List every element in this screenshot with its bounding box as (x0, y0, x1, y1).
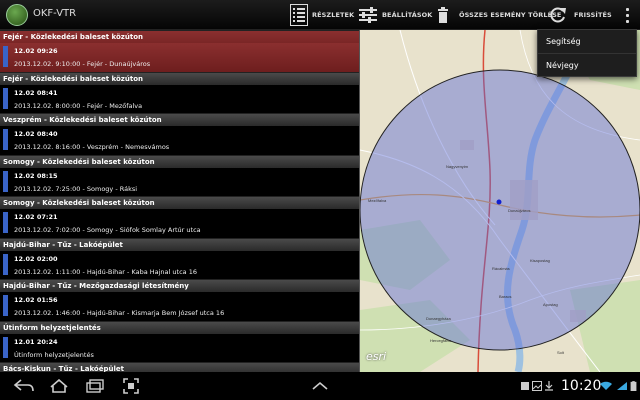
event-detail: 2013.12.02. 8:16:00 - Veszprém - Nemesvá… (14, 143, 170, 151)
overflow-menu-icon[interactable] (624, 6, 630, 24)
back-icon[interactable] (12, 378, 36, 394)
place-label: Rácalmás (492, 266, 510, 271)
settings-sliders-icon (358, 5, 378, 25)
event-marker (3, 170, 8, 192)
overflow-menu: Segítség Névjegy (537, 29, 637, 77)
event-title: Somogy - Közlekedési baleset közúton (0, 196, 359, 209)
event-detail: 2013.12.02. 7:25:00 - Somogy - Ráksi (14, 184, 138, 193)
event-detail: 2013.12.02. 7:02:00 - Somogy - Siófok So… (14, 226, 201, 234)
event-title: Somogy - Közlekedési baleset közúton (0, 154, 359, 168)
list-item[interactable]: Fejér - Közlekedési baleset közúton 12.0… (0, 30, 359, 72)
menu-item-about[interactable]: Névjegy (538, 54, 636, 78)
event-title: Hajdú-Bihar - Tűz - Lakóépület (0, 237, 359, 251)
event-marker (3, 253, 8, 275)
event-detail: 2013.12.02. 9:10:00 - Fejér - Dunaújváro… (14, 60, 151, 68)
list-item[interactable]: Somogy - Közlekedési baleset közúton 12.… (0, 196, 359, 238)
event-time: 12.02 08:15 (14, 171, 58, 180)
event-title: Bács-Kiskun - Tűz - Lakóépület (0, 362, 359, 372)
list-item[interactable]: Hajdú-Bihar - Tűz - Lakóépület 12.02 02:… (0, 237, 359, 280)
signal-icon (617, 382, 627, 390)
event-detail: Útinform helyzetjelentés (14, 350, 94, 359)
place-label: Solt (557, 350, 565, 355)
details-list-icon (290, 4, 308, 26)
event-time: 12.02 01:56 (14, 296, 58, 304)
event-title: Hajdú-Bihar - Tűz - Mezőgazdasági létesí… (0, 279, 359, 292)
event-time: 12.01 20:24 (14, 337, 58, 346)
place-label: Baracs (499, 294, 511, 299)
event-marker (3, 295, 8, 316)
event-marker (3, 46, 8, 67)
refresh-icon (549, 6, 567, 24)
details-button[interactable]: RÉSZLETEK (290, 0, 354, 30)
battery-icon (630, 381, 637, 391)
event-title: Veszprém - Közlekedési baleset közúton (0, 113, 359, 126)
details-label: RÉSZLETEK (312, 11, 355, 19)
event-marker (3, 212, 8, 233)
app-logo-icon[interactable] (6, 4, 28, 26)
list-item[interactable]: Hajdú-Bihar - Tűz - Mezőgazdasági létesí… (0, 279, 359, 321)
status-clock: 10:20 (561, 378, 602, 394)
download-icon (545, 381, 553, 391)
event-time: 12.02 08:40 (14, 130, 58, 138)
settings-button[interactable]: BEÁLLÍTÁSOK (358, 0, 432, 30)
recent-apps-icon[interactable] (84, 378, 106, 394)
event-time: 12.02 08:41 (14, 88, 58, 97)
event-marker (3, 336, 8, 358)
event-list: Fejér - Közlekedési baleset közúton 12.0… (0, 30, 359, 372)
place-label: Kisapostag (530, 258, 550, 263)
delete-all-events-button[interactable]: ÖSSZES ESEMÉNY TÖRLÉSE (437, 0, 561, 30)
event-location-marker (496, 199, 502, 205)
event-title: Fejér - Közlekedési baleset közúton (0, 71, 359, 85)
esri-attribution: esri (366, 350, 387, 363)
screenshot-icon[interactable] (120, 378, 142, 394)
action-bar: OKF-VTR RÉSZLETEK BEÁLLÍTÁSOK ÖSSZES ESE… (0, 0, 640, 30)
delete-all-label: ÖSSZES ESEMÉNY TÖRLÉSE (459, 11, 562, 19)
trash-icon (437, 7, 449, 23)
app-title: OKF-VTR (33, 8, 77, 19)
list-item[interactable]: Veszprém - Közlekedési baleset közúton 1… (0, 113, 359, 155)
list-item[interactable]: Fejér - Közlekedési baleset közúton 12.0… (0, 71, 359, 114)
menu-item-help[interactable]: Segítség (538, 30, 636, 54)
event-detail: 2013.12.02. 1:11:00 - Hajdú-Bihar - Kaba… (14, 267, 197, 276)
event-detail: 2013.12.02. 8:00:00 - Fejér - Mezőfalva (14, 101, 143, 110)
place-label: Dunaújváros (508, 208, 530, 213)
gallery-icon (532, 381, 542, 391)
menu-up-icon[interactable] (309, 378, 331, 394)
battery-small-icon (521, 382, 529, 390)
event-time: 12.02 07:21 (14, 213, 58, 221)
place-label: Dunaegyháza (426, 316, 451, 321)
map-canvas: Nagyvenyim Mezőfalva Dunaújváros Rácalmá… (360, 30, 640, 372)
event-detail: 2013.12.02. 1:46:00 - Hajdú-Bihar - Kism… (14, 309, 225, 317)
event-time: 12.02 09:26 (14, 47, 58, 55)
list-item[interactable]: Útinform helyzetjelentés 12.01 20:24 Úti… (0, 320, 359, 363)
place-label: Hercegfalva (430, 338, 452, 343)
system-bar: 10:20 (0, 372, 640, 400)
search-radius-circle (360, 69, 640, 351)
refresh-button[interactable]: FRISSÍTÉS (549, 0, 612, 30)
place-label: Nagyvenyim (446, 164, 469, 169)
wifi-icon (600, 381, 612, 390)
event-title: Útinform helyzetjelentés (0, 320, 359, 334)
event-time: 12.02 02:00 (14, 254, 58, 263)
list-item[interactable]: Somogy - Közlekedési baleset közúton 12.… (0, 154, 359, 197)
place-label: Apostag (543, 302, 558, 307)
map-view[interactable]: Nagyvenyim Mezőfalva Dunaújváros Rácalmá… (360, 30, 640, 372)
refresh-label: FRISSÍTÉS (574, 11, 612, 19)
list-item[interactable]: Bács-Kiskun - Tűz - Lakóépület (0, 362, 359, 372)
settings-label: BEÁLLÍTÁSOK (382, 11, 433, 19)
place-label: Mezőfalva (368, 198, 387, 203)
home-icon[interactable] (48, 378, 70, 394)
event-marker (3, 87, 8, 109)
event-title: Fejér - Közlekedési baleset közúton (0, 30, 359, 43)
event-marker (3, 129, 8, 150)
